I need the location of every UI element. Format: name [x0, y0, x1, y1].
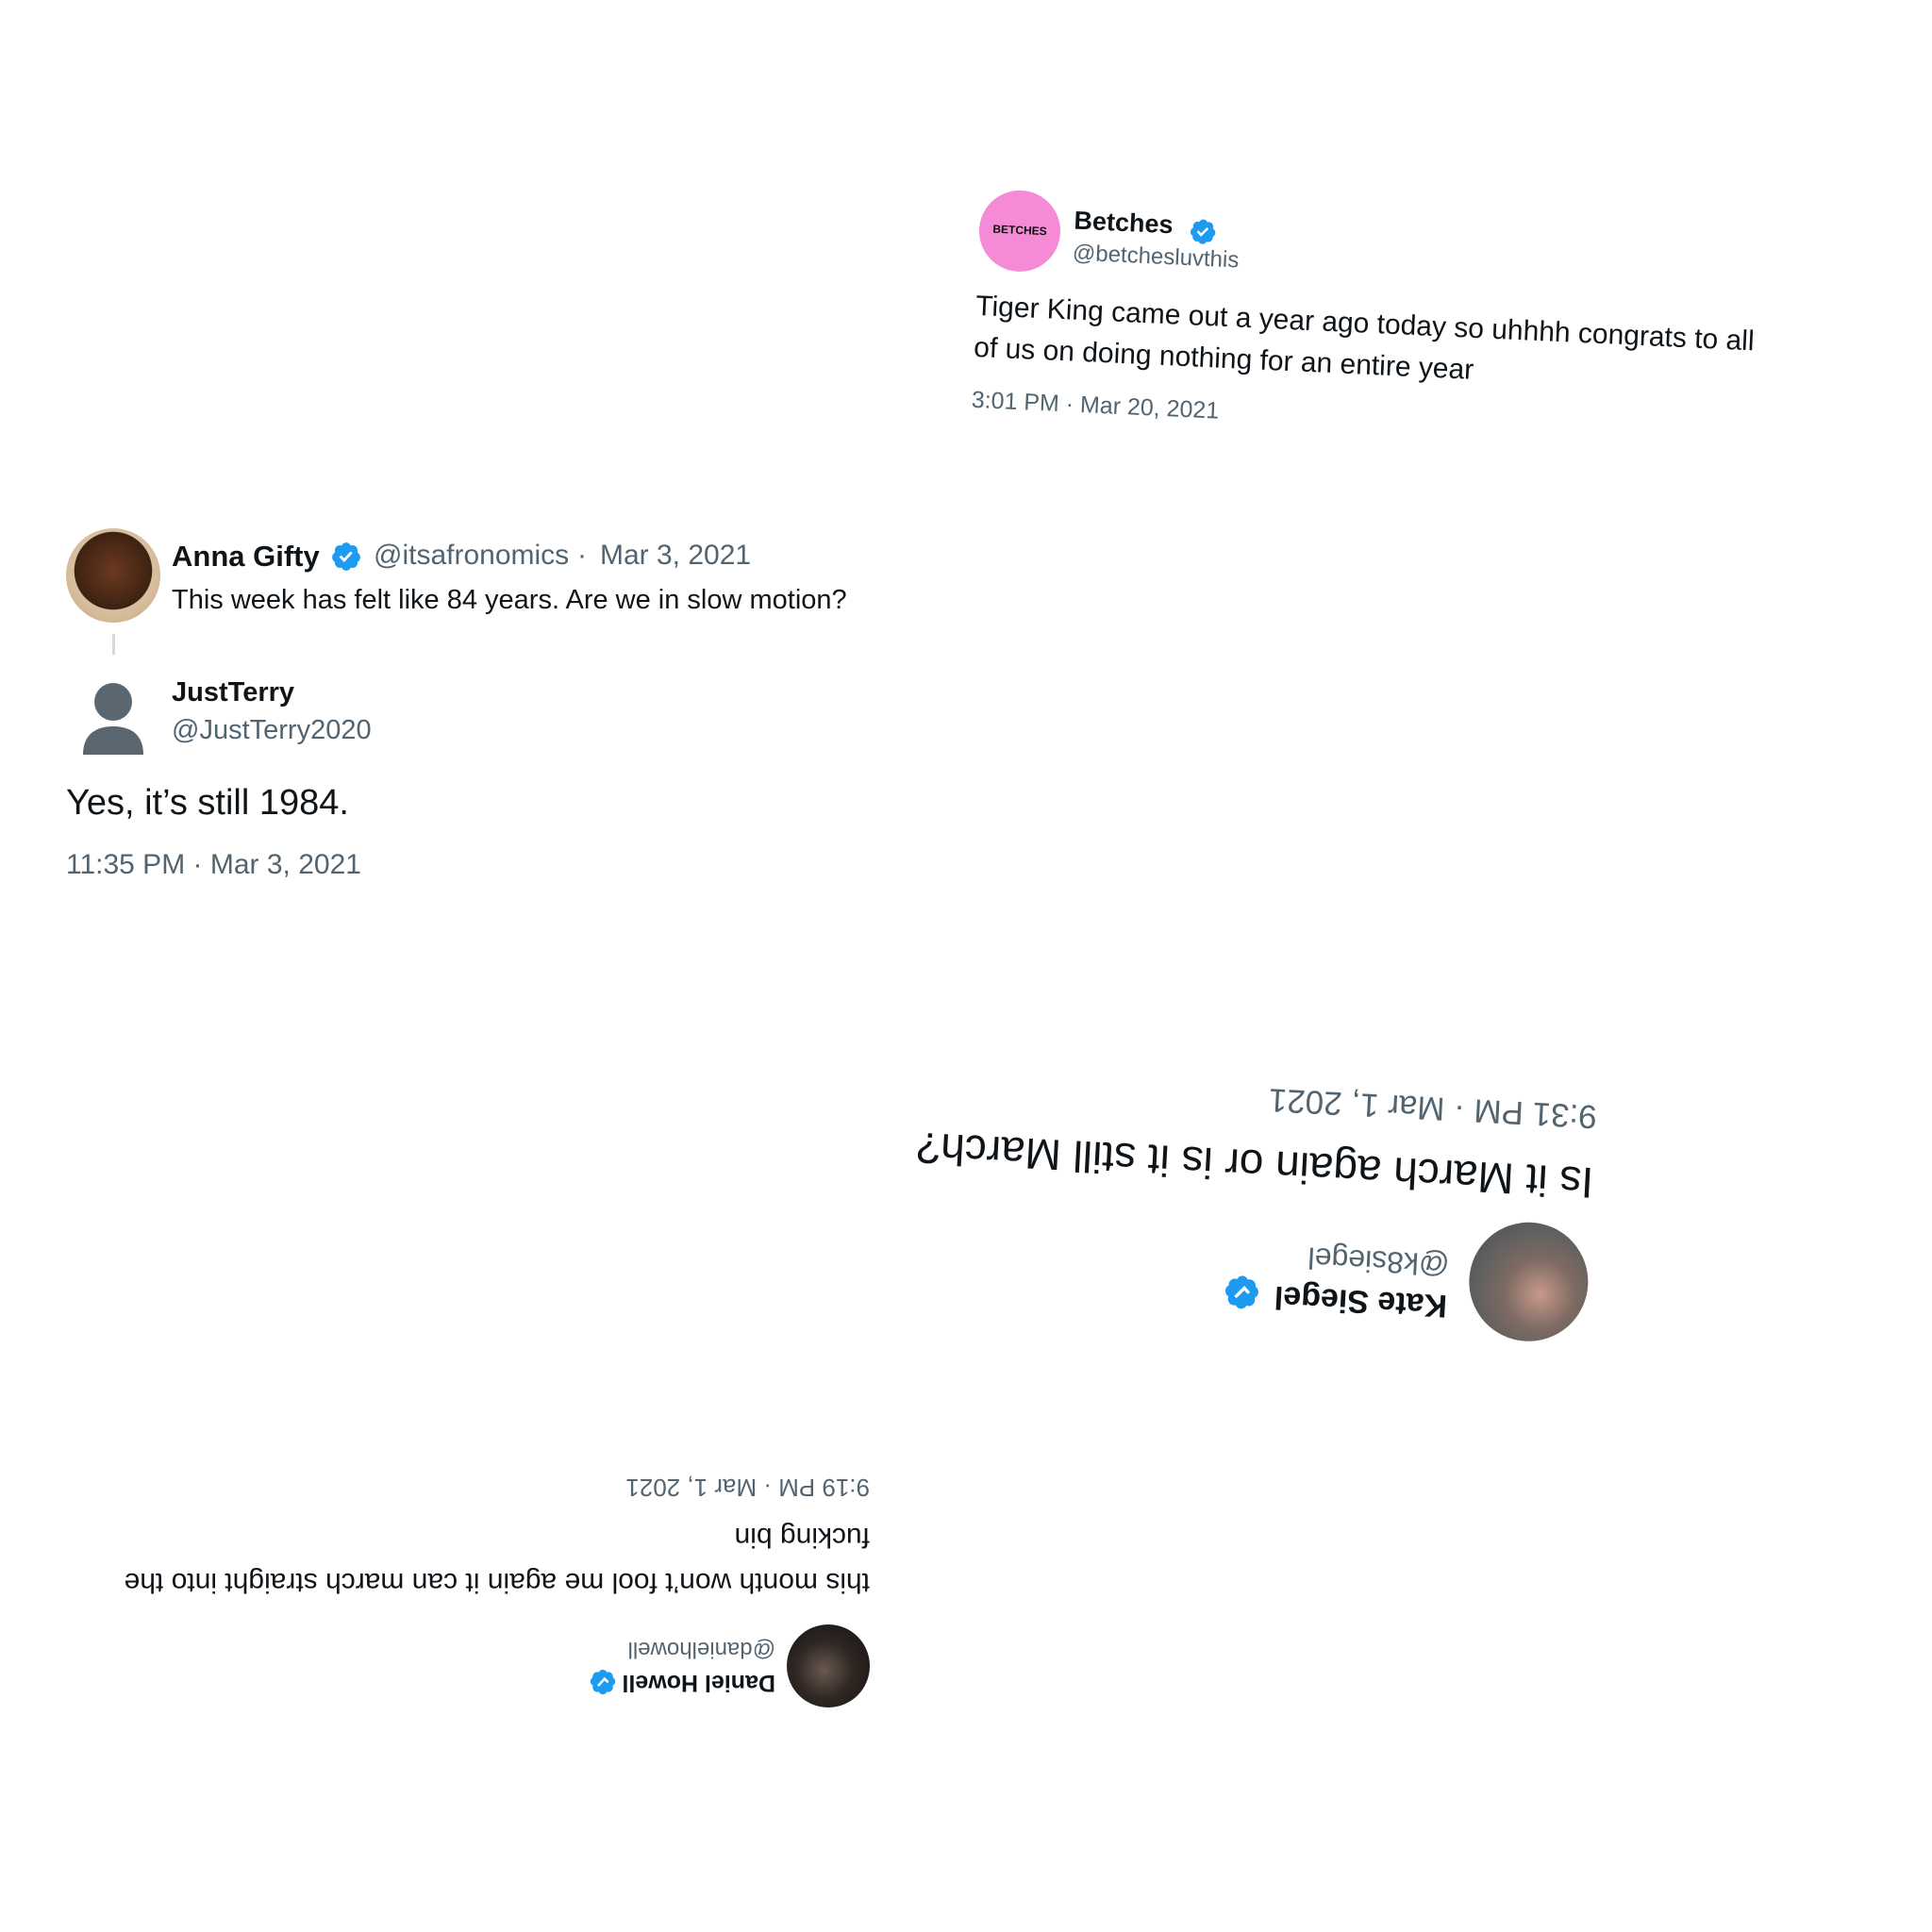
meta-separator: · — [577, 540, 587, 571]
avatar-default-profile[interactable] — [75, 679, 151, 755]
tweet-timestamp[interactable]: 3:01 PM · Mar 20, 2021 — [971, 387, 1220, 425]
verified-badge-icon — [332, 542, 360, 571]
reply-author-name[interactable]: JustTerry — [172, 677, 294, 708]
tweet-timestamp[interactable]: 9:31 PM · Mar 1, 2021 — [1268, 1080, 1598, 1135]
author-name[interactable]: Kate Siegel — [1274, 1278, 1448, 1324]
author-handle[interactable]: @danielhowell — [628, 1636, 775, 1662]
tweet-timestamp[interactable]: 9:19 PM · Mar 1, 2021 — [625, 1473, 870, 1502]
reply-timestamp[interactable]: 11:35 PM · Mar 3, 2021 — [66, 849, 361, 881]
tweet-text: This week has felt like 84 years. Are we… — [172, 585, 847, 615]
thread-connector-line — [112, 634, 115, 655]
default-profile-icon — [83, 683, 143, 755]
betches-logo-text: BETCHES — [992, 222, 1048, 239]
avatar-daniel-howell[interactable] — [787, 1624, 870, 1707]
verified-badge-icon — [590, 1669, 616, 1695]
author-name[interactable]: Betches — [1074, 207, 1174, 241]
tweet-text-line-2: fucking bin — [734, 1522, 870, 1553]
tweet-date[interactable]: Mar 3, 2021 — [600, 540, 751, 572]
verified-badge-icon — [1224, 1275, 1258, 1309]
reply-author-handle[interactable]: @JustTerry2020 — [172, 715, 372, 746]
tweet-text: Is it March again or is it still March? — [915, 1123, 1595, 1208]
author-handle[interactable]: @itsafronomics — [374, 540, 569, 572]
avatar-anna-gifty[interactable] — [66, 528, 160, 623]
tweet-text-line-1: this month won’t fool me again it can ma… — [124, 1567, 870, 1598]
reply-text: Yes, it’s still 1984. — [66, 783, 349, 823]
avatar-kate-siegel[interactable] — [1466, 1219, 1591, 1344]
author-name[interactable]: Daniel Howell — [622, 1669, 775, 1696]
author-handle[interactable]: @k8siegel — [1307, 1241, 1451, 1283]
screenshot-canvas: { "tweets": { "betches": { "name": "Betc… — [0, 0, 1932, 1932]
verified-badge-icon — [1191, 219, 1216, 244]
avatar-betches[interactable]: BETCHES — [977, 189, 1062, 274]
author-name[interactable]: Anna Gifty — [172, 540, 320, 574]
